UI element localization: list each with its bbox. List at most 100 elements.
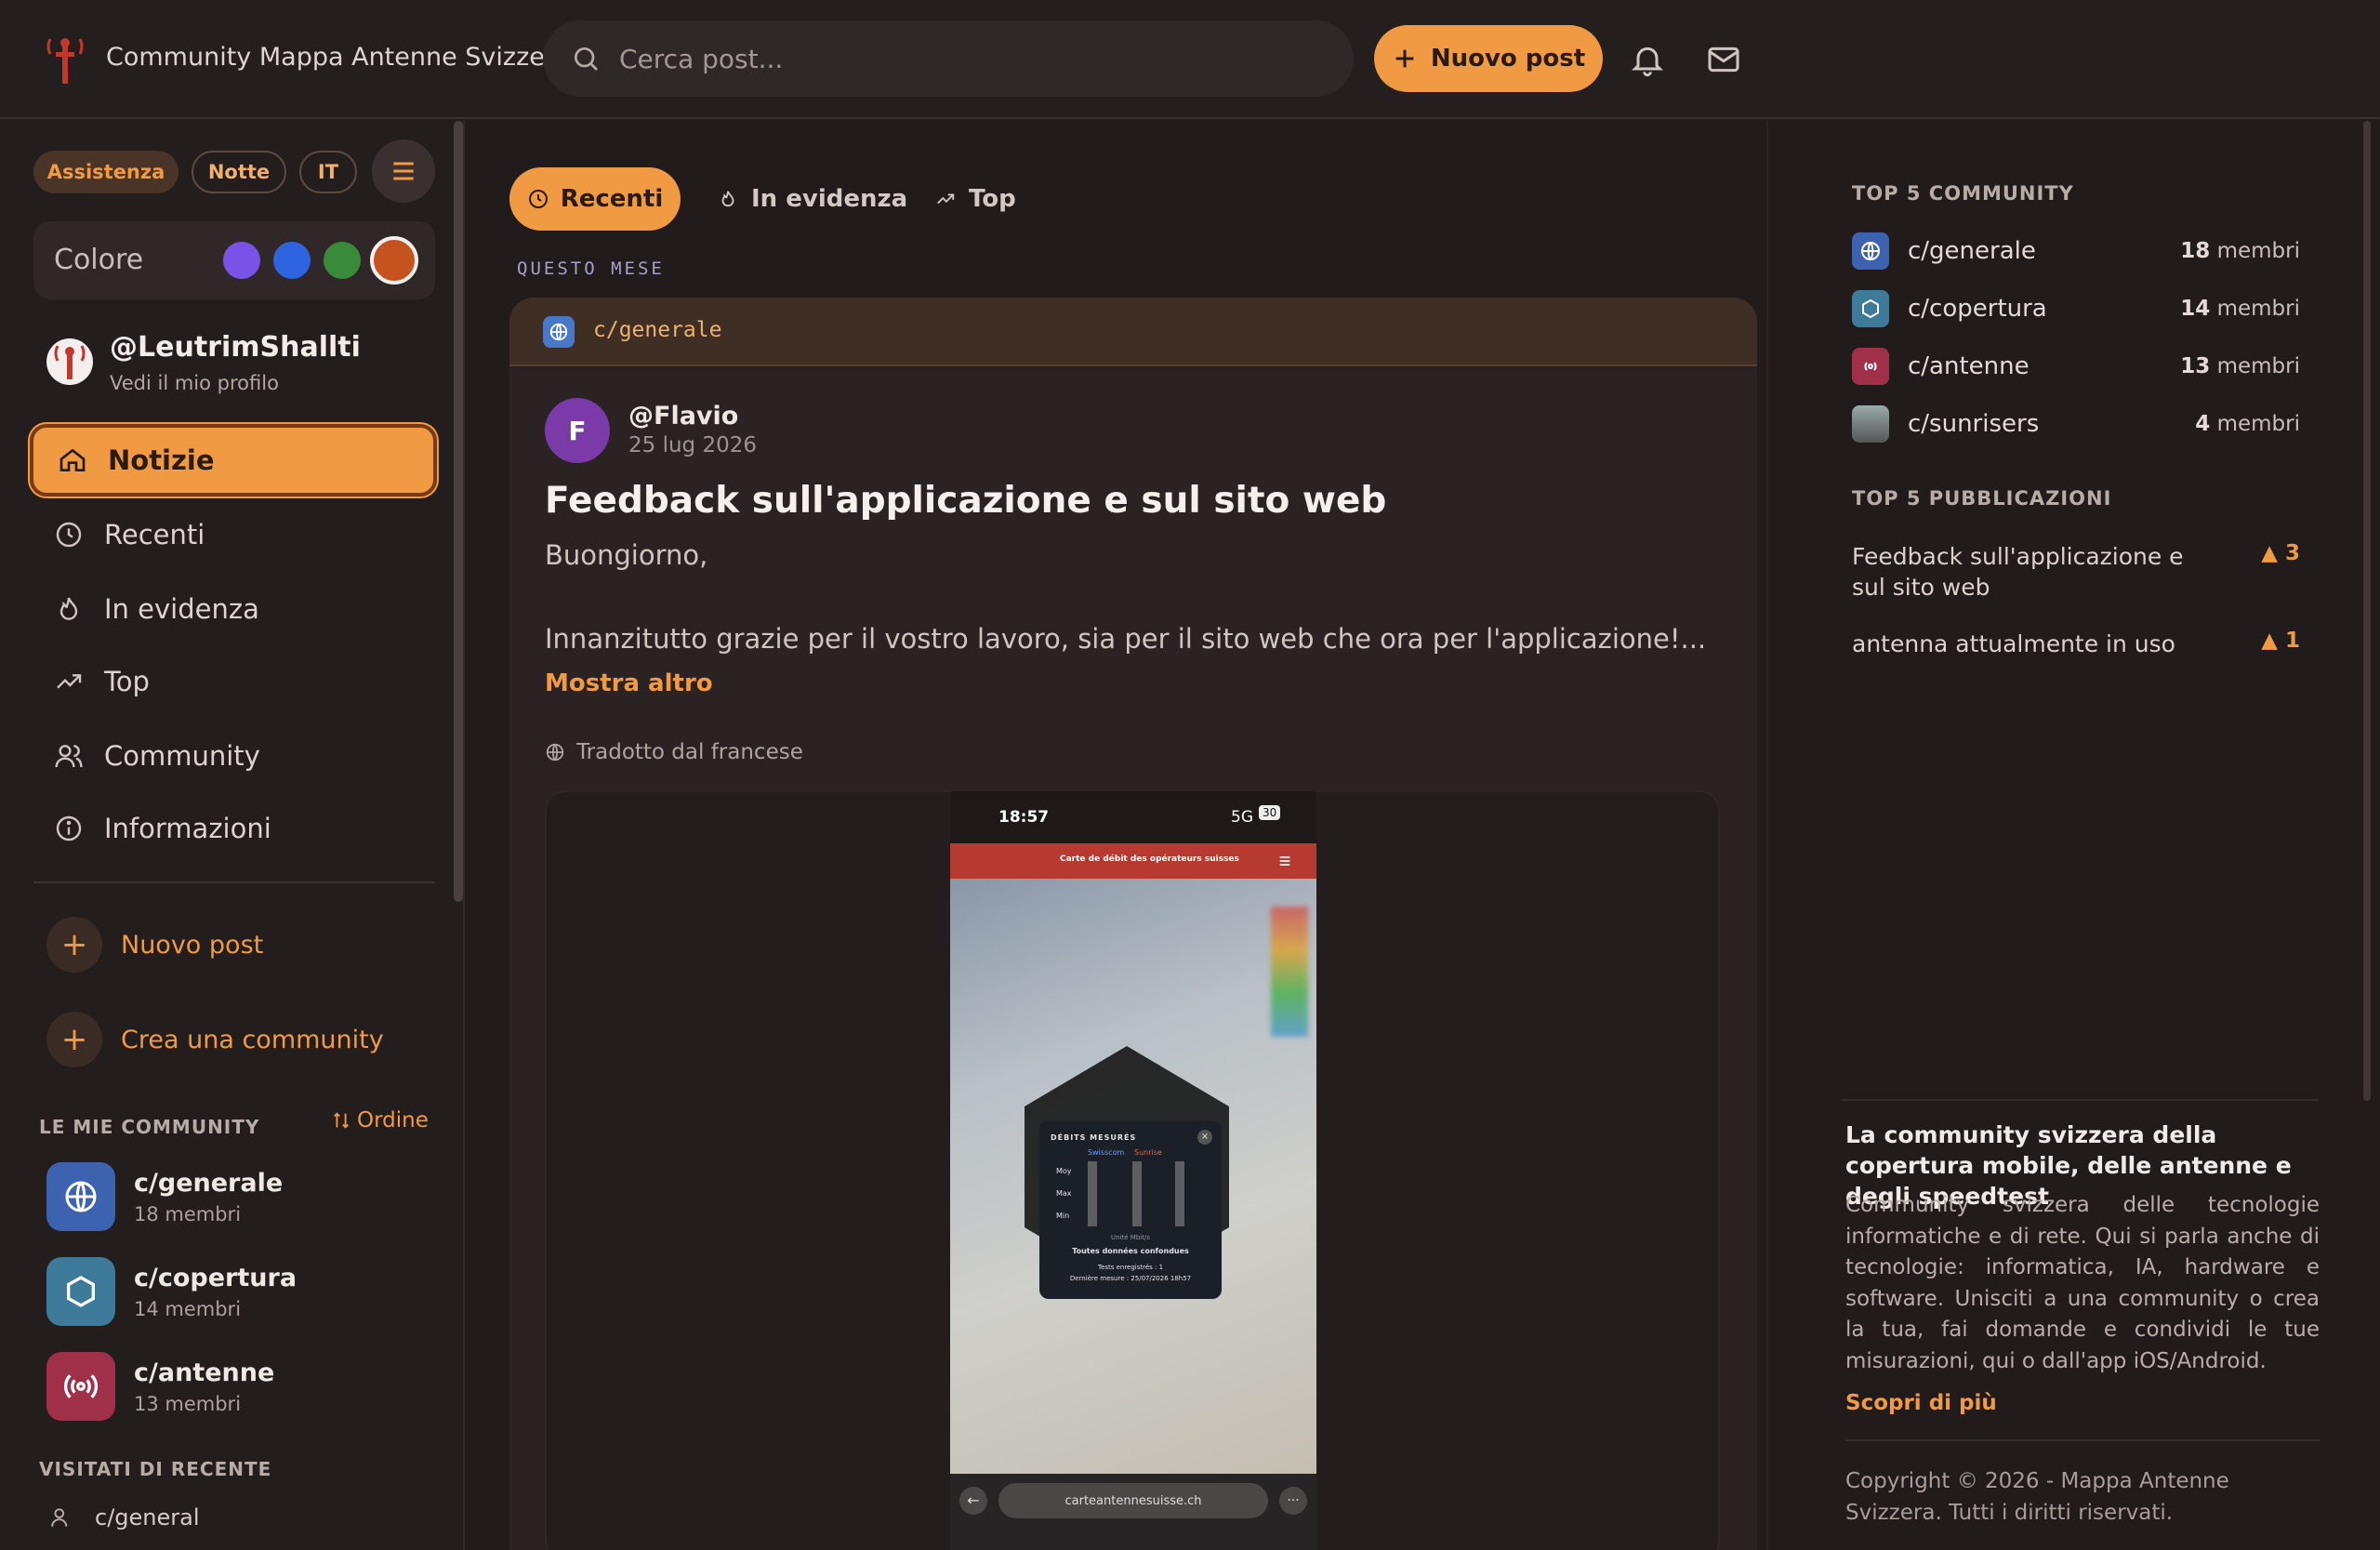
post-title[interactable]: Feedback sull'applicazione e sul sito we… (545, 480, 1386, 522)
top-header: Community Mappa Antenne Svizzera Nuovo p… (0, 0, 2380, 119)
search-bar[interactable] (543, 20, 1354, 97)
sidebar-community-antenne[interactable]: c/antenne 13 membri (46, 1352, 274, 1421)
about-description: Community svizzera delle tecnologie info… (1845, 1193, 2320, 1373)
popup-title: DÉBITS MESURÉS (1051, 1133, 1137, 1142)
globe-icon (546, 743, 564, 762)
app-title[interactable]: Community Mappa Antenne Svizzera (106, 43, 571, 72)
community-member-count: 4 membri (2195, 412, 2300, 436)
popup-last-measure: Dernière mesure : 25/07/2026 18h57 (1069, 1275, 1192, 1282)
translation-note: Tradotto dal francese (545, 740, 803, 764)
post-excerpt: Innanzitutto grazie per il vostro lavoro… (545, 623, 1707, 655)
top-community-antenne[interactable]: c/antenne 13 membri (1852, 346, 2300, 387)
info-icon (56, 815, 82, 841)
avatar[interactable]: F (545, 398, 610, 463)
color-swatch-orange-selected[interactable] (370, 236, 418, 285)
sort-label: Ordine (357, 1108, 429, 1133)
plus-icon: + (46, 1012, 102, 1067)
top-posts-heading: TOP 5 PUBBLICAZIONI (1852, 487, 2112, 510)
popup-row-3: Min (1056, 1212, 1070, 1220)
close-icon[interactable]: × (1197, 1130, 1212, 1145)
avatar[interactable] (46, 338, 93, 385)
phone-status-bar: 18:57 5G 30 (950, 791, 1316, 843)
community-name: c/antenne (134, 1358, 275, 1387)
nav-item-community[interactable]: Community (30, 720, 437, 792)
sidebar-community-copertura[interactable]: c/copertura 14 membri (46, 1257, 297, 1326)
post-image-phone-screenshot[interactable]: 18:57 5G 30 Carte de débit des opérateur… (950, 791, 1316, 1550)
nav-label: Informazioni (104, 813, 271, 844)
top-communities-heading: TOP 5 COMMUNITY (1852, 182, 2074, 205)
globe-icon (543, 316, 575, 348)
sort-icon (334, 1112, 349, 1129)
recent-community-general[interactable]: c/general (50, 1504, 200, 1530)
top-community-copertura[interactable]: c/copertura 14 membri (1852, 288, 2300, 329)
top-community-sunrisers[interactable]: c/sunrisers 4 membri (1852, 404, 2300, 444)
plus-icon (1395, 49, 1414, 68)
mail-icon[interactable] (1705, 41, 1742, 78)
phone-time: 18:57 (998, 808, 1050, 827)
top-post-item[interactable]: antenna attualmente in uso ▲ 1 (1852, 629, 2300, 659)
trending-icon (937, 193, 955, 205)
color-swatch-green[interactable] (324, 242, 361, 279)
tab-in-evidenza[interactable]: In evidenza (718, 167, 907, 231)
profile-name[interactable]: @LeutrimShallti (110, 331, 361, 364)
sidebar-scrollbar[interactable] (454, 121, 463, 902)
new-post-label: Nuovo post (1430, 45, 1586, 73)
antenna-logo-icon[interactable] (45, 35, 86, 84)
recent-community-name: c/general (95, 1504, 200, 1530)
create-community-button[interactable]: + Crea una community (46, 1012, 384, 1067)
post-author[interactable]: @Flavio (628, 402, 738, 431)
view-profile-link[interactable]: Vedi il mio profilo (110, 372, 279, 394)
new-post-label: Nuovo post (121, 930, 264, 960)
color-picker: Colore (33, 221, 435, 299)
nav-item-in-evidenza[interactable]: In evidenza (30, 573, 437, 645)
post-community-link[interactable]: c/generale (593, 318, 721, 342)
learn-more-link[interactable]: Scopri di più (1845, 1391, 1997, 1415)
community-member-count: 14 membri (2180, 297, 2300, 321)
sort-order-button[interactable]: Ordine (331, 1108, 429, 1133)
new-post-button[interactable]: Nuovo post (1374, 25, 1603, 92)
top-post-item[interactable]: Feedback sull'applicazione e sul sito we… (1852, 541, 2300, 603)
tab-label: Recenti (560, 185, 664, 213)
search-input[interactable] (619, 43, 1326, 74)
divider (1845, 1439, 2320, 1441)
users-icon (55, 745, 83, 768)
hamburger-icon (393, 162, 414, 180)
show-more-link[interactable]: Mostra altro (545, 669, 713, 697)
right-scrollbar[interactable] (2363, 121, 2371, 1101)
create-community-label: Crea una community (121, 1025, 384, 1054)
bell-icon[interactable] (1629, 41, 1666, 78)
hexagon-icon (46, 1257, 115, 1326)
nav-item-top[interactable]: Top (30, 645, 437, 718)
color-swatch-purple[interactable] (223, 242, 260, 279)
color-swatch-blue[interactable] (273, 242, 311, 279)
language-button[interactable]: IT (299, 151, 357, 193)
tab-top[interactable]: Top (935, 167, 1016, 231)
phone-app-title: Carte de débit des opérateurs suisses (1060, 854, 1239, 864)
top-post-title: antenna attualmente in uso (1852, 630, 2175, 657)
popup-row-2: Max (1056, 1189, 1072, 1198)
post-community-header: c/generale (509, 298, 1757, 366)
phone-url-bar: carteantennesuisse.ch (998, 1483, 1268, 1518)
nav-item-notizie[interactable]: Notizie (30, 424, 437, 497)
hamburger-icon (1279, 856, 1290, 866)
image-icon (1852, 405, 1889, 443)
sidebar-new-post-button[interactable]: + Nuovo post (46, 917, 263, 973)
popup-unit: Unité Mbit/s (1111, 1234, 1150, 1241)
nav-label: Notizie (108, 444, 215, 476)
assistance-button[interactable]: Assistenza (33, 151, 178, 193)
measured-speeds-popup: DÉBITS MESURÉS × Swisscom Sunrise Moy Ma… (1039, 1120, 1222, 1299)
tab-recenti[interactable]: Recenti (509, 167, 681, 231)
home-icon (60, 448, 86, 471)
top-post-score: ▲ 3 (2261, 541, 2300, 565)
popup-col-2: Sunrise (1134, 1148, 1162, 1157)
night-mode-toggle[interactable]: Notte (192, 151, 286, 193)
menu-button[interactable] (372, 139, 435, 203)
left-sidebar: Assistenza Notte IT Colore @LeutrimShall… (0, 121, 465, 1550)
nav-label: In evidenza (104, 593, 259, 625)
top-community-generale[interactable]: c/generale 18 membri (1852, 231, 2300, 272)
community-members: 13 membri (134, 1392, 242, 1415)
community-member-count: 18 membri (2180, 239, 2300, 263)
nav-item-informazioni[interactable]: Informazioni (30, 792, 437, 865)
nav-item-recenti[interactable]: Recenti (30, 498, 437, 571)
sidebar-community-generale[interactable]: c/generale 18 membri (46, 1162, 283, 1231)
